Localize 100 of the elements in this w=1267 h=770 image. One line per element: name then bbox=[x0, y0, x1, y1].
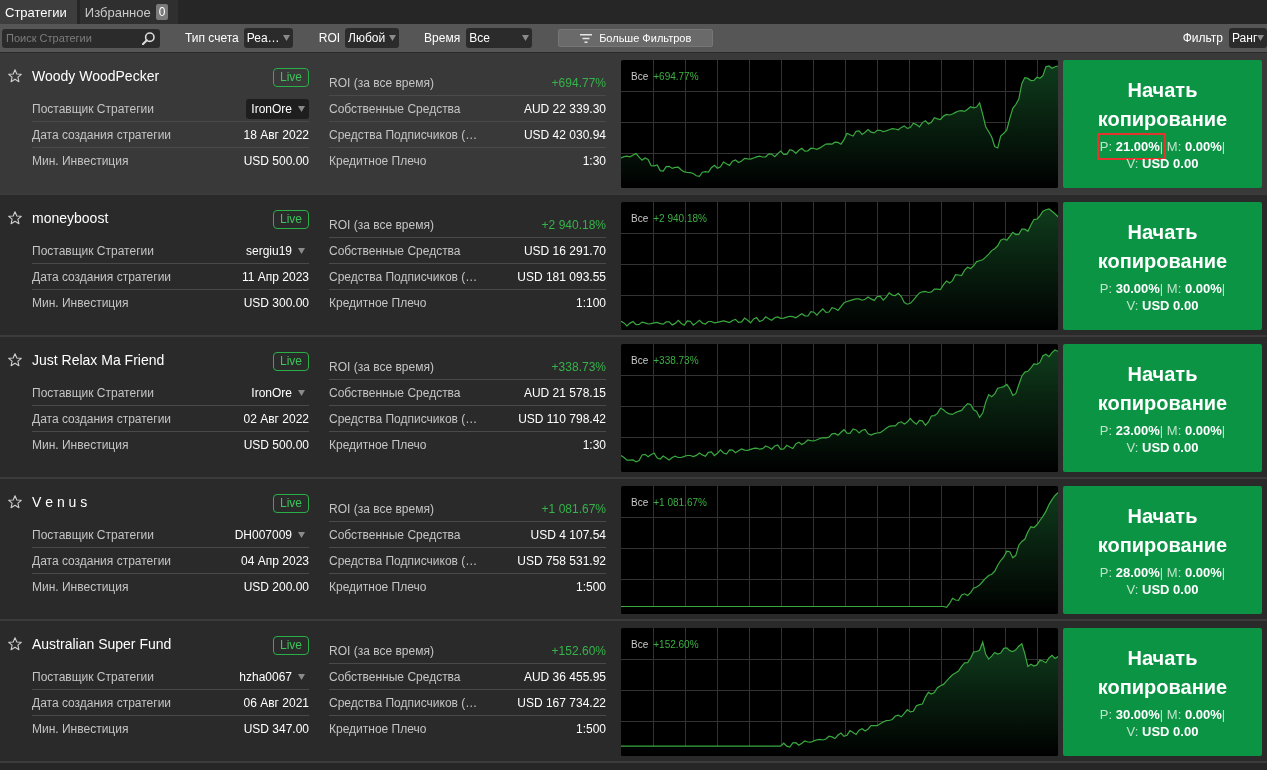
metric-value: AUD 22 339.30 bbox=[523, 101, 606, 116]
copy-stat: P: 30.00%| bbox=[1099, 707, 1164, 722]
detail-label: Дата создания стратегии bbox=[32, 553, 172, 568]
metric-label: ROI (за все время) bbox=[329, 217, 434, 232]
copy-stat: M: 0.00%| bbox=[1166, 281, 1226, 296]
metric-label: Кредитное Плечо bbox=[329, 295, 427, 310]
copy-stat: P: 30.00%| bbox=[1099, 281, 1164, 296]
chart-period-label: Все bbox=[631, 71, 649, 83]
status-badge: Live bbox=[273, 352, 309, 371]
detail-value: USD 347.00 bbox=[243, 721, 309, 736]
caret-icon bbox=[298, 247, 305, 254]
metric-value: +694.77% bbox=[551, 75, 606, 90]
detail-value: 11 Апр 2023 bbox=[242, 269, 309, 284]
detail-label: Мин. Инвестиция bbox=[32, 437, 129, 452]
detail-value: USD 300.00 bbox=[243, 295, 309, 310]
filter-label: Тип счета bbox=[185, 31, 239, 45]
strategy-name: Just Relax Ma Friend bbox=[32, 351, 166, 369]
metric-value: USD 16 291.70 bbox=[523, 243, 606, 258]
copy-button[interactable]: Начать копирование P: 30.00%| M: 0.00%| V: USD 0.00 bbox=[1063, 628, 1262, 756]
star-icon[interactable] bbox=[8, 69, 22, 83]
star-icon[interactable] bbox=[8, 211, 22, 225]
detail-label: Мин. Инвестиция bbox=[32, 295, 129, 310]
search-icon[interactable] bbox=[142, 31, 155, 45]
metric-value: 1:100 bbox=[575, 295, 606, 310]
copy-button[interactable]: Начать копирование P: 28.00%| M: 0.00%| V: USD 0.00 bbox=[1063, 486, 1262, 614]
metric-label: Собственные Средства bbox=[329, 243, 461, 258]
provider-dropdown[interactable]: DH007009 bbox=[229, 524, 309, 545]
detail-label: Мин. Инвестиция bbox=[32, 153, 129, 168]
caret-icon bbox=[298, 673, 305, 680]
copy-stat: P: 21.00%| bbox=[1096, 133, 1167, 160]
chart-period-label: Все bbox=[631, 497, 649, 509]
metric-value: 1:30 bbox=[582, 153, 606, 168]
metric-value: +1 081.67% bbox=[541, 501, 606, 516]
detail-value: 18 Авг 2022 bbox=[243, 127, 309, 142]
copy-stat: V: USD 0.00 bbox=[1126, 298, 1199, 313]
filter-dropdown[interactable]: Все bbox=[466, 28, 533, 48]
chart-period-label: Все bbox=[631, 213, 649, 225]
tab[interactable]: Стратегии bbox=[0, 0, 77, 24]
metric-value: AUD 21 578.15 bbox=[523, 385, 606, 400]
sort-dropdown[interactable]: Ранг bbox=[1229, 28, 1267, 48]
metric-label: Собственные Средства bbox=[329, 669, 461, 684]
detail-label: Мин. Инвестиция bbox=[32, 721, 129, 736]
star-icon[interactable] bbox=[8, 353, 22, 367]
metric-value: 1:500 bbox=[575, 579, 606, 594]
metric-value: +152.60% bbox=[551, 643, 606, 658]
detail-value: 02 Авг 2022 bbox=[243, 411, 309, 426]
detail-value: USD 500.00 bbox=[243, 153, 309, 168]
detail-label: Поставщик Стратегии bbox=[32, 243, 154, 258]
chart-period-label: Все bbox=[631, 639, 649, 651]
metric-label: Кредитное Плечо bbox=[329, 721, 427, 736]
metric-label: ROI (за все время) bbox=[329, 75, 434, 90]
metric-label: Кредитное Плечо bbox=[329, 153, 427, 168]
metric-value: 1:500 bbox=[575, 721, 606, 736]
metric-label: Собственные Средства bbox=[329, 101, 461, 116]
copy-button[interactable]: Начать копирование P: 30.00%| M: 0.00%| V: USD 0.00 bbox=[1063, 202, 1262, 330]
chart-roi-label: +2 940.18% bbox=[653, 213, 707, 225]
detail-label: Дата создания стратегии bbox=[32, 695, 172, 710]
tab[interactable]: Избранное 0 bbox=[79, 0, 179, 24]
provider-dropdown[interactable]: sergiu19 bbox=[240, 240, 309, 261]
metric-value: +338.73% bbox=[551, 359, 606, 374]
filter-label: Время bbox=[424, 31, 461, 45]
caret-icon bbox=[389, 35, 397, 41]
copy-stat: P: 23.00%| bbox=[1099, 423, 1164, 438]
detail-label: Дата создания стратегии bbox=[32, 127, 172, 142]
metric-value: USD 110 798.42 bbox=[518, 411, 606, 426]
copy-stat: M: 0.00%| bbox=[1166, 423, 1226, 438]
caret-icon bbox=[298, 105, 305, 112]
search-field[interactable]: Поиск Стратегии bbox=[2, 28, 160, 48]
filter-dropdown[interactable]: Реа… bbox=[243, 28, 293, 48]
detail-label: Дата создания стратегии bbox=[32, 269, 172, 284]
provider-dropdown[interactable]: hzha0067 bbox=[234, 666, 309, 687]
metric-label: Средства Подписчиков (… bbox=[329, 695, 478, 710]
copy-stat: V: USD 0.00 bbox=[1126, 582, 1199, 597]
strategy-name: Australian Super Fund bbox=[32, 635, 173, 653]
strategy-name: V e n u s bbox=[32, 493, 89, 511]
caret-icon bbox=[298, 531, 305, 538]
filter-dropdown[interactable]: Любой bbox=[345, 28, 400, 48]
metric-value: USD 42 030.94 bbox=[523, 127, 606, 142]
copy-stat: V: USD 0.00 bbox=[1126, 724, 1199, 739]
star-icon[interactable] bbox=[8, 637, 22, 651]
copy-button[interactable]: Начать копирование P: 23.00%| M: 0.00%| V: USD 0.00 bbox=[1063, 344, 1262, 472]
detail-label: Поставщик Стратегии bbox=[32, 527, 154, 542]
provider-dropdown[interactable]: IronOre bbox=[246, 98, 309, 119]
metric-label: Собственные Средства bbox=[329, 527, 461, 542]
star-icon[interactable] bbox=[8, 495, 22, 509]
copy-stat: M: 0.00%| bbox=[1166, 707, 1226, 722]
more-filters-button[interactable]: Больше Фильтров bbox=[558, 29, 714, 47]
metric-label: Кредитное Плечо bbox=[329, 437, 427, 452]
detail-label: Поставщик Стратегии bbox=[32, 669, 154, 684]
caret-icon bbox=[1257, 35, 1265, 41]
provider-dropdown[interactable]: IronOre bbox=[246, 382, 309, 403]
metric-label: Средства Подписчиков (… bbox=[329, 553, 478, 568]
sort-label: Фильтр bbox=[1182, 31, 1223, 45]
filter-label: ROI bbox=[318, 31, 341, 45]
count-badge: 0 bbox=[155, 4, 169, 20]
chart-period-label: Все bbox=[631, 355, 649, 367]
copy-button[interactable]: Начать копирование P: 21.00%| M: 0.00%| V: USD 0.00 bbox=[1063, 60, 1262, 188]
caret-icon bbox=[298, 389, 305, 396]
detail-value: USD 200.00 bbox=[243, 579, 309, 594]
caret-icon bbox=[522, 35, 530, 41]
